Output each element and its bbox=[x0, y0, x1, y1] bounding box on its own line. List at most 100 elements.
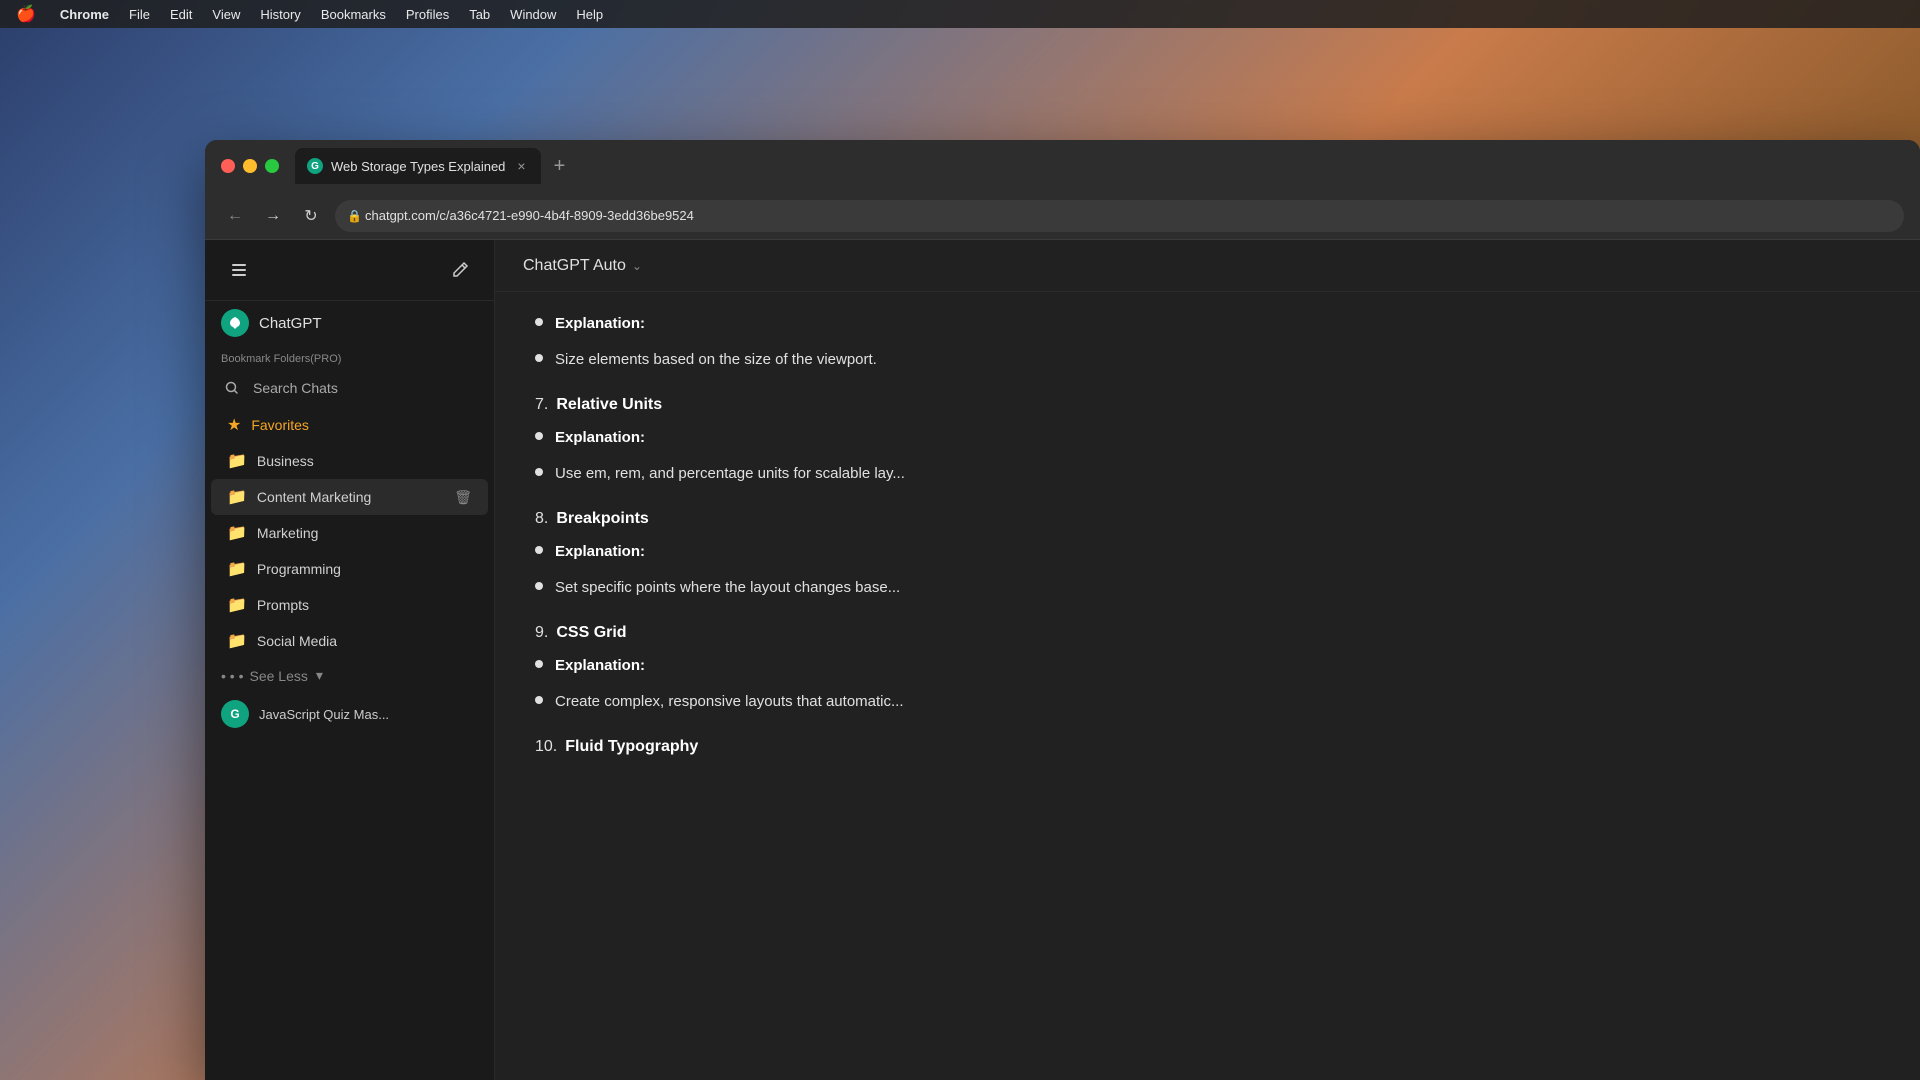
bullet-item: Set specific points where the layout cha… bbox=[535, 576, 1880, 600]
see-less-button[interactable]: • • • See Less ▾ bbox=[205, 659, 494, 692]
tab-favicon: G bbox=[307, 158, 323, 174]
menubar-help[interactable]: Help bbox=[576, 7, 603, 22]
sidebar-item-prompts[interactable]: 📁 Prompts bbox=[211, 587, 488, 623]
section-title: Breakpoints bbox=[556, 510, 648, 528]
chatgpt-logo-icon bbox=[221, 309, 249, 337]
desktop: 🍎 Chrome File Edit View History Bookmark… bbox=[0, 0, 1920, 1080]
bullet-item: Explanation: bbox=[535, 654, 1880, 678]
menubar-tab[interactable]: Tab bbox=[469, 7, 490, 22]
chat-avatar: G bbox=[221, 700, 249, 728]
sidebar-item-social-media[interactable]: 📁 Social Media bbox=[211, 623, 488, 659]
numbered-heading: 8. Breakpoints bbox=[535, 510, 1880, 528]
bullet-breakpoints-text: Set specific points where the layout cha… bbox=[555, 576, 900, 600]
sidebar-item-programming[interactable]: 📁 Programming bbox=[211, 551, 488, 587]
star-icon: ★ bbox=[227, 415, 241, 435]
programming-label: Programming bbox=[257, 561, 472, 577]
bullet-viewport-text: Size elements based on the size of the v… bbox=[555, 348, 877, 372]
lock-icon: 🔒 bbox=[347, 209, 362, 223]
chat-item-label: JavaScript Quiz Mas... bbox=[259, 707, 389, 722]
browser-window: G Web Storage Types Explained × + ← → ↻ … bbox=[205, 140, 1920, 1080]
title-bar: G Web Storage Types Explained × + bbox=[205, 140, 1920, 192]
active-tab[interactable]: G Web Storage Types Explained × bbox=[295, 148, 541, 184]
menubar-file[interactable]: File bbox=[129, 7, 150, 22]
bullet-item: Explanation: bbox=[535, 540, 1880, 564]
tab-bar: G Web Storage Types Explained × + bbox=[295, 148, 1904, 184]
menubar-bookmarks[interactable]: Bookmarks bbox=[321, 7, 386, 22]
bullet-item: Explanation: bbox=[535, 426, 1880, 450]
chatgpt-logo-item[interactable]: ChatGPT bbox=[205, 301, 494, 345]
section-number: 7. bbox=[535, 396, 548, 414]
menubar-view[interactable]: View bbox=[212, 7, 240, 22]
apple-menu[interactable]: 🍎 bbox=[16, 4, 36, 24]
bullet-dot bbox=[535, 546, 543, 554]
bullet-cssgrid-text: Create complex, responsive layouts that … bbox=[555, 690, 904, 714]
trash-icon[interactable]: 🗑 bbox=[454, 489, 472, 506]
section-viewport: Explanation: Size elements based on the … bbox=[535, 312, 1880, 372]
sidebar-toggle-button[interactable] bbox=[221, 252, 257, 288]
folder-icon: 📁 bbox=[227, 487, 247, 507]
favorites-label: Favorites bbox=[251, 417, 472, 433]
bullet-relative-text: Use em, rem, and percentage units for sc… bbox=[555, 462, 905, 486]
chevron-down-icon: ⌄ bbox=[632, 259, 642, 273]
sidebar-item-business[interactable]: 📁 Business bbox=[211, 443, 488, 479]
close-button[interactable] bbox=[221, 159, 235, 173]
model-selector[interactable]: ChatGPT Auto ⌄ bbox=[515, 253, 650, 279]
numbered-heading: 7. Relative Units bbox=[535, 396, 1880, 414]
model-name: ChatGPT Auto bbox=[523, 257, 626, 275]
numbered-heading: 10. Fluid Typography bbox=[535, 738, 1880, 756]
back-button[interactable]: ← bbox=[221, 202, 249, 230]
section-number: 10. bbox=[535, 738, 557, 756]
folder-icon: 📁 bbox=[227, 559, 247, 579]
tab-title: Web Storage Types Explained bbox=[331, 159, 505, 174]
bullet-explanation: Explanation: bbox=[555, 426, 645, 450]
bullet-dot bbox=[535, 468, 543, 476]
bullet-item: Explanation: bbox=[535, 312, 1880, 336]
bullet-dot bbox=[535, 696, 543, 704]
bullet-item: Use em, rem, and percentage units for sc… bbox=[535, 462, 1880, 486]
maximize-button[interactable] bbox=[265, 159, 279, 173]
search-chats-label: Search Chats bbox=[253, 380, 338, 396]
new-chat-button[interactable] bbox=[442, 252, 478, 288]
section-relative-units: 7. Relative Units Explanation: Use em, r… bbox=[535, 396, 1880, 486]
numbered-heading: 9. CSS Grid bbox=[535, 624, 1880, 642]
search-chats-item[interactable]: Search Chats bbox=[205, 369, 494, 407]
bullet-explanation: Explanation: bbox=[555, 312, 645, 336]
section-number: 8. bbox=[535, 510, 548, 528]
refresh-button[interactable]: ↻ bbox=[297, 202, 325, 230]
bookmark-section-label: Bookmark Folders(PRO) bbox=[205, 345, 494, 369]
menubar-chrome[interactable]: Chrome bbox=[60, 7, 109, 22]
chatgpt-label: ChatGPT bbox=[259, 315, 322, 332]
menubar-edit[interactable]: Edit bbox=[170, 7, 192, 22]
minimize-button[interactable] bbox=[243, 159, 257, 173]
see-less-label: See Less bbox=[249, 668, 307, 684]
sidebar-item-content-marketing[interactable]: 📁 Content Marketing 🗑 bbox=[211, 479, 488, 515]
tab-close-button[interactable]: × bbox=[513, 158, 529, 174]
new-tab-button[interactable]: + bbox=[545, 152, 573, 180]
address-wrapper: 🔒 bbox=[335, 200, 1904, 232]
section-fluid-typography: 10. Fluid Typography bbox=[535, 738, 1880, 756]
menubar-history[interactable]: History bbox=[260, 7, 300, 22]
recent-chat-item[interactable]: G JavaScript Quiz Mas... bbox=[205, 692, 494, 736]
section-breakpoints: 8. Breakpoints Explanation: Set specific… bbox=[535, 510, 1880, 600]
bullet-dot bbox=[535, 660, 543, 668]
chatgpt-sidebar: ChatGPT Bookmark Folders(PRO) Search Cha… bbox=[205, 240, 495, 1080]
search-icon bbox=[221, 377, 243, 399]
section-css-grid: 9. CSS Grid Explanation: Create complex,… bbox=[535, 624, 1880, 714]
forward-button[interactable]: → bbox=[259, 202, 287, 230]
folder-icon: 📁 bbox=[227, 631, 247, 651]
menubar-window[interactable]: Window bbox=[510, 7, 556, 22]
menubar-profiles[interactable]: Profiles bbox=[406, 7, 449, 22]
bullet-dot bbox=[535, 318, 543, 326]
folder-icon: 📁 bbox=[227, 595, 247, 615]
chat-main: ChatGPT Auto ⌄ Explanation: Size eleme bbox=[495, 240, 1920, 1080]
bullet-explanation: Explanation: bbox=[555, 540, 645, 564]
address-bar: ← → ↻ 🔒 bbox=[205, 192, 1920, 240]
section-title: CSS Grid bbox=[556, 624, 626, 642]
folder-icon: 📁 bbox=[227, 523, 247, 543]
menubar: 🍎 Chrome File Edit View History Bookmark… bbox=[0, 0, 1920, 28]
address-input[interactable] bbox=[335, 200, 1904, 232]
bullet-dot bbox=[535, 354, 543, 362]
sidebar-item-favorites[interactable]: ★ Favorites bbox=[211, 407, 488, 443]
see-less-chevron: ▾ bbox=[316, 667, 323, 684]
sidebar-item-marketing[interactable]: 📁 Marketing bbox=[211, 515, 488, 551]
